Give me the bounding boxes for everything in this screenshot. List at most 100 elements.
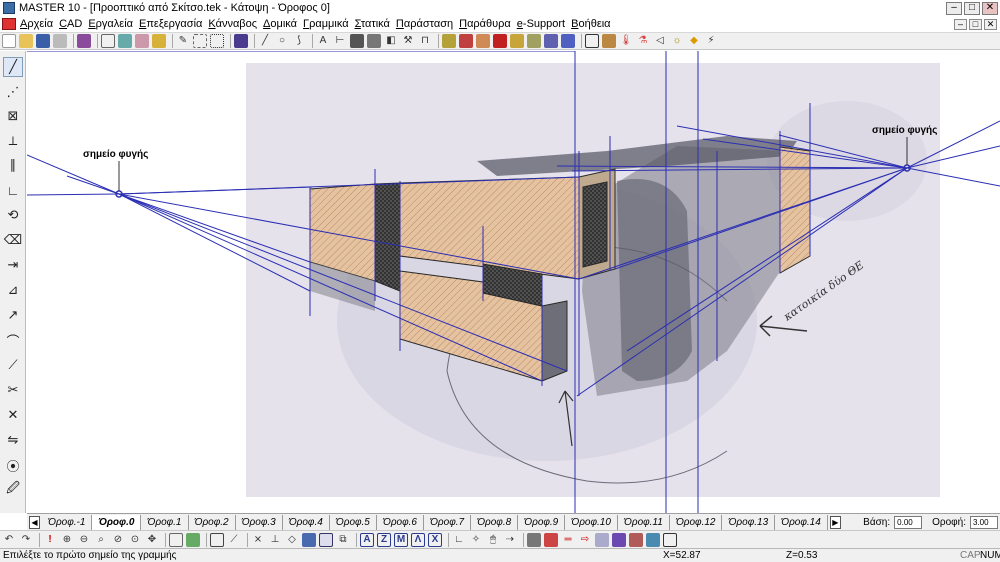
new-file-icon[interactable] (2, 34, 16, 48)
snap-intersection-icon[interactable]: ⨯ (251, 533, 265, 547)
hatch-toggle-icon[interactable] (527, 532, 541, 547)
menu-tools[interactable]: Εργαλεία (88, 18, 139, 30)
menu-help[interactable]: Βοήθεια (571, 18, 616, 30)
tab-floor-4[interactable]: Όροφ.4 (283, 514, 330, 530)
object-icon[interactable] (152, 34, 166, 48)
tools-icon[interactable]: ⚒ (401, 34, 415, 48)
railing-icon[interactable] (561, 34, 575, 48)
line-tool-icon[interactable]: ╱ (3, 57, 23, 77)
menu-files[interactable]: Αρχεία (20, 18, 59, 30)
base-field[interactable]: 0.00 (894, 515, 923, 529)
save-icon[interactable] (36, 34, 50, 48)
flask-icon[interactable]: ⚗ (636, 34, 650, 48)
slab-icon[interactable] (527, 34, 541, 48)
snap-grid-icon[interactable] (210, 34, 224, 48)
grid-icon[interactable] (234, 34, 248, 48)
tab-floor-14[interactable]: Όροφ.14 (775, 514, 828, 530)
tab-floor-3[interactable]: Όροφ.3 (236, 514, 283, 530)
tab-floor-1[interactable]: Όροφ.1 (141, 514, 189, 530)
hatch-icon[interactable] (367, 34, 381, 48)
layers-icon[interactable] (118, 34, 132, 48)
tab-scroll-left-icon[interactable]: ◀ (29, 515, 40, 529)
angle-tool-icon[interactable]: ∟ (3, 180, 23, 200)
menu-esupport[interactable]: e-Support (517, 18, 571, 30)
layer-props-icon[interactable] (612, 532, 626, 547)
alert-icon[interactable]: ! (43, 533, 57, 547)
copy-icon[interactable] (101, 34, 115, 48)
tab-floor-7[interactable]: Όροφ.7 (424, 514, 472, 530)
offset-tool-icon[interactable]: ⊿ (3, 280, 23, 300)
snap-nearest-icon[interactable]: ◇ (285, 533, 299, 547)
grid-toggle-icon[interactable] (319, 532, 333, 547)
doc-minimize-button[interactable]: – (954, 18, 967, 30)
view-options-icon[interactable] (663, 532, 677, 547)
snap-midpoint-icon[interactable]: ⟋ (227, 533, 241, 547)
rectangle-tool-icon[interactable]: ⊠ (3, 106, 23, 126)
zoom-in-icon[interactable]: ⊕ (60, 533, 74, 547)
beam-icon[interactable] (544, 34, 558, 48)
menu-windows[interactable]: Παράθυρα (459, 18, 517, 30)
redraw-icon[interactable] (169, 532, 183, 547)
text-style-icon[interactable] (629, 532, 643, 547)
cut-tool-icon[interactable]: ✂ (3, 380, 23, 400)
ortho-icon[interactable]: ∟ (452, 533, 466, 547)
perpendicular-tool-icon[interactable]: ⟂ (3, 131, 23, 151)
nudge-icon[interactable]: ⇢ (503, 533, 517, 547)
mode-z-icon[interactable]: Z (377, 532, 391, 547)
mode-x-icon[interactable]: X (428, 532, 442, 547)
thermometer-icon[interactable]: 🌡 (619, 34, 633, 48)
fillet-tool-icon[interactable]: ⌒ (3, 330, 23, 350)
block-icon[interactable] (350, 34, 364, 48)
fill-toggle-icon[interactable] (595, 532, 609, 547)
snap-perpendicular-icon[interactable]: ⊥ (268, 533, 282, 547)
light-icon[interactable]: ◆ (687, 34, 701, 48)
ceiling-field[interactable]: 3.00 (970, 515, 998, 529)
maximize-button[interactable]: □ (964, 1, 980, 15)
snap-endpoint-icon[interactable] (210, 532, 224, 547)
parallel-tool-icon[interactable]: ∥ (3, 155, 23, 175)
system-menu-icon[interactable] (2, 18, 16, 30)
erase-tool-icon[interactable]: ⌫ (3, 230, 23, 250)
tab-floor-8[interactable]: Όροφ.8 (471, 514, 519, 530)
measure-icon[interactable]: ⊢ (333, 34, 347, 48)
text-icon[interactable]: A (316, 34, 330, 48)
tab-floor-5[interactable]: Όροφ.5 (330, 514, 377, 530)
redo-icon[interactable]: ↷ (19, 533, 33, 547)
mouse-icon[interactable]: 🖱 (486, 533, 500, 547)
tower-icon[interactable]: ⚡ (704, 34, 718, 48)
tab-scroll-right-icon[interactable]: ▶ (829, 515, 841, 529)
stair-icon[interactable] (510, 34, 524, 48)
paste-icon[interactable] (135, 34, 149, 48)
extend-tool-icon[interactable]: ↗ (3, 305, 23, 325)
column-icon[interactable]: ⊓ (418, 34, 432, 48)
pencil-icon[interactable]: ✎ (176, 34, 190, 48)
tab-floor-13[interactable]: Όροφ.13 (722, 514, 776, 530)
3d-view-icon[interactable] (585, 34, 599, 48)
trim-icon[interactable]: ◧ (384, 34, 398, 48)
copy-view-icon[interactable]: ⧉ (336, 533, 350, 547)
menu-grid[interactable]: Κάνναβος (208, 18, 263, 30)
mode-a-icon[interactable]: A (360, 532, 374, 547)
zoom-window-icon[interactable]: ⌕ (94, 533, 108, 547)
tab-floor-minus1[interactable]: Όροφ.-1 (42, 514, 93, 530)
mirror-tool-icon[interactable]: ⇋ (3, 430, 23, 450)
cross-tool-icon[interactable]: ✕ (3, 405, 23, 425)
menu-edit[interactable]: Επεξεργασία (139, 18, 208, 30)
line-icon[interactable]: ╱ (258, 34, 272, 48)
open-folder-icon[interactable] (19, 34, 33, 48)
line-weight-icon[interactable]: ═ (561, 533, 575, 547)
zoom-all-icon[interactable]: ⊙ (128, 533, 142, 547)
zoom-out-icon[interactable]: ⊖ (77, 533, 91, 547)
circle-icon[interactable]: ○ (275, 34, 289, 48)
menu-structural[interactable]: Δομικά (263, 18, 303, 30)
window-icon[interactable] (459, 34, 473, 48)
doc-close-button[interactable]: ✕ (984, 18, 997, 30)
pan-icon[interactable]: ✥ (145, 533, 159, 547)
tab-floor-0[interactable]: Όροφ.0 (92, 514, 142, 530)
zoom-previous-icon[interactable]: ⊘ (111, 533, 125, 547)
mode-angle-icon[interactable]: Λ (411, 532, 425, 547)
layer-toggle-icon[interactable] (302, 532, 316, 547)
polyline-tool-icon[interactable]: ⋰ (3, 82, 23, 102)
speaker-icon[interactable]: ◁ (653, 34, 667, 48)
color-toggle-icon[interactable] (544, 532, 558, 547)
